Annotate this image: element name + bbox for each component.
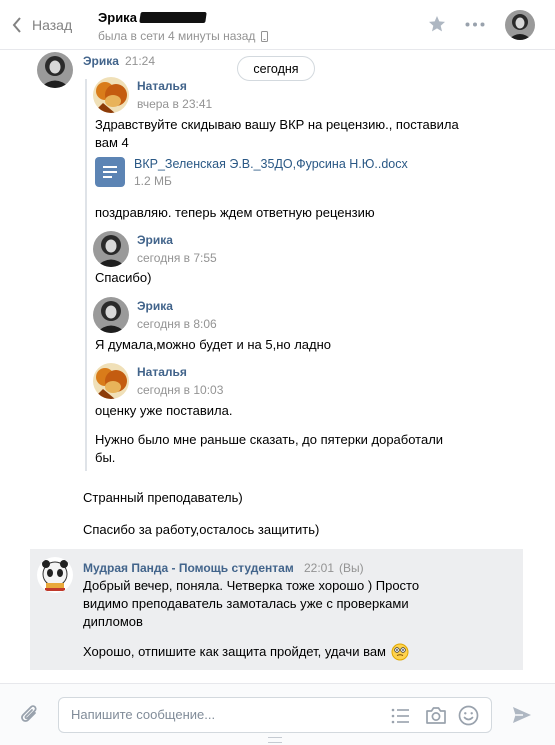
send-icon[interactable] — [512, 706, 532, 724]
message-text: видимо преподаватель замоталась уже с пр… — [83, 596, 409, 611]
back-label: Назад — [32, 17, 73, 33]
contact-avatar[interactable] — [505, 10, 535, 40]
message-author[interactable]: Эрика — [137, 299, 173, 313]
message-author[interactable]: Эрика — [137, 233, 173, 247]
message-time[interactable]: сегодня в 7:55 — [137, 251, 217, 265]
message-time[interactable]: 21:24 — [125, 54, 155, 68]
message-text: поздравляю. теперь ждем ответную рецензи… — [95, 205, 375, 220]
message-text-content: Хорошо, отпишите как защита пройдет, уда… — [83, 644, 386, 659]
message-time[interactable]: сегодня в 10:03 — [137, 383, 223, 397]
online-status: была в сети 4 минуты назад — [98, 29, 269, 43]
message-text: Здравствуйте скидываю вашу ВКР на реценз… — [95, 117, 459, 132]
message-text: Нужно было мне раньше сказать, до пятерк… — [95, 432, 444, 447]
message-text: Хорошо, отпишите как защита пройдет, уда… — [83, 643, 409, 661]
message-input-box[interactable] — [58, 697, 492, 733]
message-author[interactable]: Наталья — [137, 365, 187, 379]
avatar[interactable] — [93, 297, 129, 333]
redaction-mark — [139, 12, 207, 23]
resize-handle[interactable] — [268, 737, 282, 743]
star-icon[interactable] — [428, 15, 446, 33]
avatar[interactable] — [37, 557, 73, 593]
camera-icon[interactable] — [425, 706, 447, 725]
forwarded-border — [85, 79, 87, 471]
avatar[interactable] — [37, 52, 73, 88]
message-text: Спасибо) — [95, 270, 152, 285]
avatar[interactable] — [93, 231, 129, 267]
message-text: Странный преподаватель) — [83, 490, 243, 505]
contact-name[interactable]: Эрика — [98, 10, 137, 25]
own-tag: (Вы) — [339, 561, 364, 575]
more-dots-icon[interactable] — [465, 22, 485, 27]
message-text: Добрый вечер, поняла. Четверка тоже хоро… — [83, 578, 420, 593]
message-author[interactable]: Наталья — [137, 79, 187, 93]
message-text: оценку уже поставила. — [95, 403, 233, 418]
message-time[interactable]: сегодня в 8:06 — [137, 317, 217, 331]
avatar[interactable] — [93, 363, 129, 399]
status-text: была в сети 4 минуты назад — [98, 29, 256, 43]
message-text: Спасибо за работу,осталось защитить) — [83, 522, 320, 537]
avatar[interactable] — [93, 77, 129, 113]
attachment-size: 1.2 МБ — [134, 174, 172, 188]
message-text: Я думала,можно будет и на 5,но ладно — [95, 337, 332, 352]
emoji-icon[interactable] — [458, 705, 479, 726]
phone-icon — [261, 30, 269, 42]
message-input[interactable] — [71, 707, 371, 722]
message-author[interactable]: Мудрая Панда - Помощь студентам — [83, 561, 294, 575]
paperclip-icon[interactable] — [20, 704, 40, 726]
message-text: бы. — [95, 450, 116, 465]
back-button[interactable]: Назад — [12, 13, 72, 37]
message-text: вам 4 — [95, 135, 129, 150]
list-icon[interactable] — [391, 708, 409, 724]
message-text: дипломов — [83, 614, 143, 629]
message-composer — [0, 683, 555, 745]
message-author[interactable]: Эрика — [83, 54, 119, 68]
attachment-name[interactable]: ВКР_Зеленская Э.В._35ДО,Фурсина Н.Ю..doc… — [134, 157, 408, 171]
emoji-icon — [391, 643, 409, 661]
message-time[interactable]: вчера в 23:41 — [137, 97, 212, 111]
message-time[interactable]: 22:01 — [304, 561, 334, 575]
document-icon[interactable] — [95, 157, 125, 187]
date-divider: сегодня — [237, 56, 315, 81]
chevron-left-icon — [12, 17, 21, 33]
chat-header: Назад Эрика была в сети 4 минуты назад — [0, 0, 555, 50]
